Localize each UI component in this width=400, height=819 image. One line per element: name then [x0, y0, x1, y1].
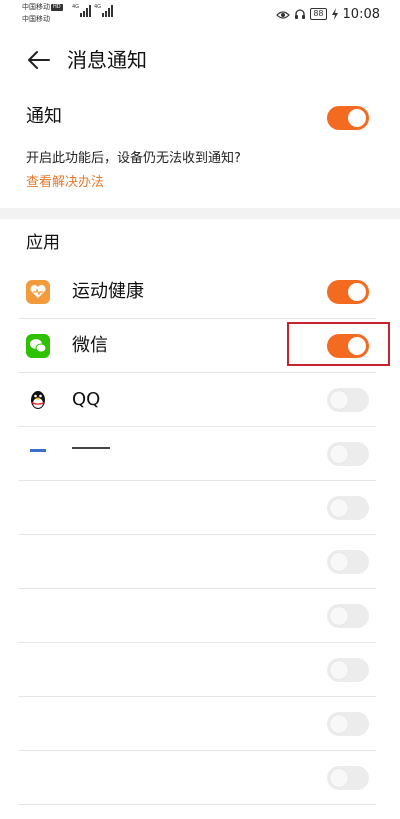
carrier-2-label: 中国移动 [22, 15, 50, 23]
page-title: 消息通知 [67, 48, 147, 72]
app-name-placeholder [72, 447, 110, 449]
view-solution-link[interactable]: 查看解决办法 [26, 174, 104, 192]
app-row-health[interactable]: 运动健康 [0, 265, 400, 319]
app-notification-toggle[interactable] [327, 658, 369, 682]
clock: 10:08 [342, 6, 380, 22]
app-notification-toggle[interactable] [327, 604, 369, 628]
app-row[interactable] [0, 589, 400, 643]
app-name: QQ [72, 389, 101, 410]
battery-icon: 88 [310, 8, 327, 20]
app-row[interactable] [0, 751, 400, 805]
app-notification-toggle[interactable] [327, 496, 369, 520]
section-divider [0, 208, 400, 219]
notification-toggle[interactable] [327, 106, 369, 130]
back-button[interactable] [24, 46, 54, 74]
highlight-annotation-box [287, 322, 390, 366]
app-notification-toggle[interactable] [327, 442, 369, 466]
app-row[interactable] [0, 697, 400, 751]
network-1-label: 4G [72, 4, 80, 10]
app-icon [30, 449, 46, 452]
notification-hint: 开启此功能后，设备仍无法收到通知? [26, 151, 241, 166]
status-icons: 88 10:08 [272, 5, 380, 23]
app-row[interactable] [0, 481, 400, 535]
carrier-1-label: 中国移动 [22, 3, 50, 11]
app-name: 微信 [72, 335, 108, 356]
network-2-label: 4G [94, 4, 102, 10]
qq-penguin-icon [26, 388, 50, 412]
wechat-app-icon [26, 334, 50, 358]
hd-badge: HD [51, 4, 63, 11]
app-row[interactable] [0, 535, 400, 589]
signal-1-icon: 4G [72, 4, 92, 17]
divider [18, 804, 376, 805]
qq-notification-toggle[interactable] [327, 388, 369, 412]
signal-2-icon: 4G [94, 4, 114, 17]
app-row-qq[interactable]: QQ [0, 373, 400, 427]
app-name: 运动健康 [72, 281, 144, 302]
status-bar: 中国移动 HD 中国移动 4G 4G 88 10:08 [0, 0, 400, 30]
notification-settings-screen: 中国移动 HD 中国移动 4G 4G 88 10:08 消息通知 通知 开启此功… [0, 0, 400, 819]
back-arrow-icon [28, 51, 50, 69]
app-row[interactable] [0, 427, 400, 481]
headphones-icon [294, 5, 306, 24]
app-notification-toggle[interactable] [327, 766, 369, 790]
app-notification-toggle[interactable] [327, 550, 369, 574]
charging-icon [331, 5, 339, 24]
eye-icon [276, 5, 291, 24]
carrier-1: 中国移动 HD [22, 3, 63, 11]
header: 消息通知 [0, 40, 400, 80]
notification-label: 通知 [26, 106, 62, 127]
app-row[interactable] [0, 643, 400, 697]
apps-section-title: 应用 [26, 233, 60, 253]
health-app-icon [26, 280, 50, 304]
health-notification-toggle[interactable] [327, 280, 369, 304]
app-notification-toggle[interactable] [327, 712, 369, 736]
